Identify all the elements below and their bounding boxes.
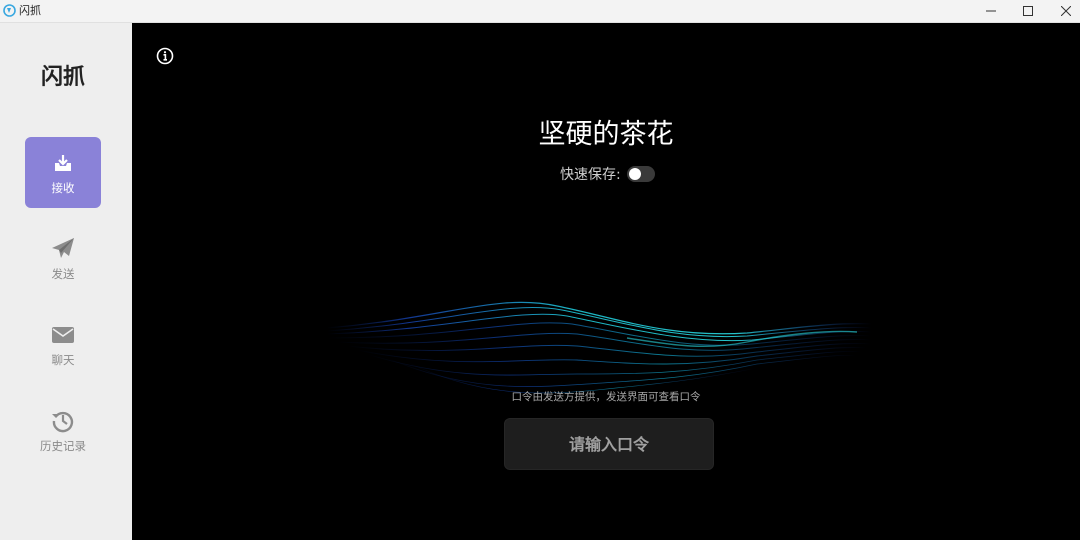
nav-label: 聊天 [51,353,75,367]
download-tray-icon [55,155,71,171]
main-panel: 坚硬的茶花 快速保存: 口令由发送方提供，发送界面可查看口令 请输入口令 [132,23,1080,540]
minimize-button[interactable] [971,0,1011,22]
window-title: 闪抓 [19,4,41,17]
history-icon [52,411,74,433]
toggle-knob [628,168,641,180]
maximize-button[interactable] [1008,0,1048,22]
sound-wave-graphic [327,301,872,394]
device-name: 坚硬的茶花 [538,119,674,150]
app-logo-icon [3,4,16,17]
code-hint: 口令由发送方提供，发送界面可查看口令 [511,391,701,403]
nav-label: 发送 [51,267,75,281]
paper-plane-icon [52,238,74,258]
nav-receive[interactable]: 接收 [25,137,101,208]
code-input[interactable] [504,418,714,470]
nav-label: 历史记录 [40,439,86,453]
mail-icon [52,327,74,343]
info-icon[interactable] [156,47,174,65]
sidebar: 闪抓 接收 发送 聊天 历史记录 [0,23,132,540]
quick-save-toggle[interactable] [626,166,655,182]
brand-title: 闪抓 [40,65,85,90]
nav-history[interactable]: 历史记录 [25,395,101,466]
close-button[interactable] [1046,0,1080,22]
nav-label: 接收 [51,181,75,195]
quick-save-label: 快速保存: [560,167,621,183]
quick-save: 快速保存: [560,164,655,184]
nav-send[interactable]: 发送 [25,223,101,294]
close-icon [1061,6,1071,16]
minimize-icon [986,10,996,12]
nav-chat[interactable]: 聊天 [25,309,101,380]
maximize-icon [1023,6,1033,16]
title-bar: 闪抓 [0,0,1080,23]
